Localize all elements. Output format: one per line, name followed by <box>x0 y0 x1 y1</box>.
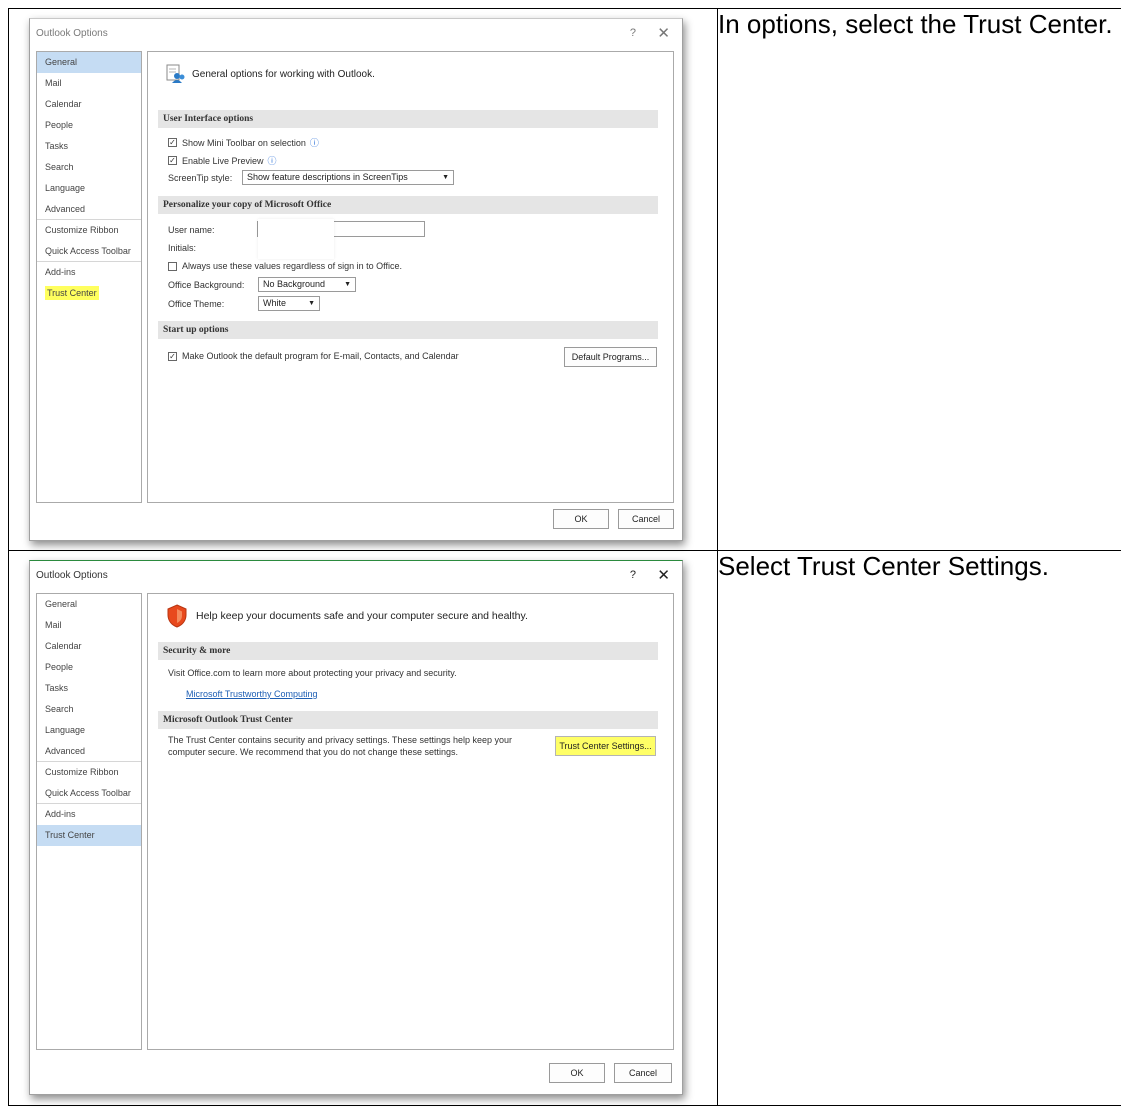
dialog-titlebar: Outlook Options ? ✕ <box>30 561 682 593</box>
close-button[interactable]: ✕ <box>657 24 670 42</box>
checkbox-checked-icon[interactable]: ✓ <box>168 351 177 361</box>
outlook-options-dialog: Outlook Options ? ✕ General Mail Calenda… <box>29 560 683 1095</box>
page-header: Help keep your documents safe and your c… <box>166 604 528 628</box>
nav-item-tasks[interactable]: Tasks <box>37 678 141 699</box>
screentip-label: ScreenTip style: <box>168 173 233 183</box>
nav-item-people[interactable]: People <box>37 115 141 136</box>
dropdown-arrow-icon: ▼ <box>308 300 315 307</box>
general-options-icon <box>166 64 186 84</box>
help-button[interactable]: ? <box>630 27 636 39</box>
instruction-cell-2: Select Trust Center Settings. <box>717 550 1121 1106</box>
dropdown-arrow-icon: ▼ <box>442 174 449 181</box>
section-user-interface: User Interface options <box>158 110 658 128</box>
nav-item-search[interactable]: Search <box>37 699 141 720</box>
initials-label: Initials: <box>168 243 197 253</box>
nav-item-language[interactable]: Language <box>37 720 141 741</box>
ok-button[interactable]: OK <box>553 509 609 529</box>
dialog-titlebar: Outlook Options ? ✕ <box>30 19 682 51</box>
close-button[interactable]: ✕ <box>657 566 670 584</box>
nav-item-mail[interactable]: Mail <box>37 73 141 94</box>
checkbox-checked-icon[interactable]: ✓ <box>168 156 177 165</box>
show-mini-toolbar-option[interactable]: ✓ Show Mini Toolbar on selection ⓘ <box>168 136 319 149</box>
instruction-text: In options, select the Trust Center. <box>718 9 1113 39</box>
dialog-title: Outlook Options <box>36 570 108 581</box>
office-background-select[interactable]: No Background ▼ <box>258 277 356 292</box>
instruction-row-1: Outlook Options ? ✕ General Mail Calenda… <box>8 8 1121 551</box>
section-personalize: Personalize your copy of Microsoft Offic… <box>158 196 658 214</box>
options-content: General options for working with Outlook… <box>147 51 674 503</box>
office-theme-label: Office Theme: <box>168 299 225 309</box>
always-use-values-option[interactable]: Always use these values regardless of si… <box>168 261 402 271</box>
dialog-title: Outlook Options <box>36 28 108 39</box>
dropdown-arrow-icon: ▼ <box>344 281 351 288</box>
user-name-label: User name: <box>168 225 215 235</box>
instruction-cell-1: In options, select the Trust Center. <box>717 8 1121 551</box>
nav-item-add-ins[interactable]: Add-ins <box>37 804 141 825</box>
visit-office-text: Visit Office.com to learn more about pro… <box>168 668 457 678</box>
nav-item-trust-center[interactable]: Trust Center <box>37 283 141 304</box>
outlook-options-dialog: Outlook Options ? ✕ General Mail Calenda… <box>29 18 683 541</box>
options-content: Help keep your documents safe and your c… <box>147 593 674 1050</box>
enable-live-preview-option[interactable]: ✓ Enable Live Preview ⓘ <box>168 154 277 167</box>
nav-item-tasks[interactable]: Tasks <box>37 136 141 157</box>
nav-item-people[interactable]: People <box>37 657 141 678</box>
trust-center-settings-button[interactable]: Trust Center Settings... <box>555 736 656 756</box>
ok-button[interactable]: OK <box>549 1063 605 1083</box>
instruction-table: Outlook Options ? ✕ General Mail Calenda… <box>8 8 1121 1106</box>
nav-item-add-ins[interactable]: Add-ins <box>37 262 141 283</box>
make-default-option[interactable]: ✓ Make Outlook the default program for E… <box>168 351 459 361</box>
nav-item-customize-ribbon[interactable]: Customize Ribbon <box>37 762 141 783</box>
nav-item-advanced[interactable]: Advanced <box>37 199 141 220</box>
trust-center-description-2: computer secure. We recommend that you d… <box>168 747 458 757</box>
nav-item-calendar[interactable]: Calendar <box>37 94 141 115</box>
nav-item-quick-access-toolbar[interactable]: Quick Access Toolbar <box>37 783 141 804</box>
nav-item-quick-access-toolbar[interactable]: Quick Access Toolbar <box>37 241 141 262</box>
instruction-row-2: Outlook Options ? ✕ General Mail Calenda… <box>8 550 1121 1106</box>
nav-item-general[interactable]: General <box>37 594 141 615</box>
section-trust-center: Microsoft Outlook Trust Center <box>158 711 658 729</box>
options-nav: General Mail Calendar People Tasks Searc… <box>36 593 142 1050</box>
office-background-label: Office Background: <box>168 280 245 290</box>
nav-item-trust-center[interactable]: Trust Center <box>37 825 141 846</box>
section-startup: Start up options <box>158 321 658 339</box>
trust-center-description-1: The Trust Center contains security and p… <box>168 735 513 745</box>
trustworthy-computing-link[interactable]: Microsoft Trustworthy Computing <box>186 689 318 699</box>
checkbox-unchecked-icon[interactable] <box>168 261 177 271</box>
page-header: General options for working with Outlook… <box>166 64 375 84</box>
nav-item-calendar[interactable]: Calendar <box>37 636 141 657</box>
cancel-button[interactable]: Cancel <box>614 1063 672 1083</box>
office-theme-select[interactable]: White ▼ <box>258 296 320 311</box>
nav-item-general[interactable]: General <box>37 52 141 73</box>
screenshot-cell-1: Outlook Options ? ✕ General Mail Calenda… <box>8 8 718 551</box>
section-security: Security & more <box>158 642 658 660</box>
instruction-text: Select Trust Center Settings. <box>718 551 1049 581</box>
help-button[interactable]: ? <box>630 569 636 581</box>
redacted-area <box>258 219 334 259</box>
nav-item-customize-ribbon[interactable]: Customize Ribbon <box>37 220 141 241</box>
checkbox-checked-icon[interactable]: ✓ <box>168 138 177 147</box>
screentip-style-select[interactable]: Show feature descriptions in ScreenTips … <box>242 170 454 185</box>
nav-item-language[interactable]: Language <box>37 178 141 199</box>
nav-item-search[interactable]: Search <box>37 157 141 178</box>
nav-item-mail[interactable]: Mail <box>37 615 141 636</box>
info-icon: ⓘ <box>309 138 319 148</box>
info-icon: ⓘ <box>267 156 277 166</box>
options-nav: General Mail Calendar People Tasks Searc… <box>36 51 142 503</box>
shield-icon <box>166 604 188 628</box>
cancel-button[interactable]: Cancel <box>618 509 674 529</box>
nav-item-advanced[interactable]: Advanced <box>37 741 141 762</box>
default-programs-button[interactable]: Default Programs... <box>564 347 657 367</box>
screenshot-cell-2: Outlook Options ? ✕ General Mail Calenda… <box>8 550 718 1106</box>
